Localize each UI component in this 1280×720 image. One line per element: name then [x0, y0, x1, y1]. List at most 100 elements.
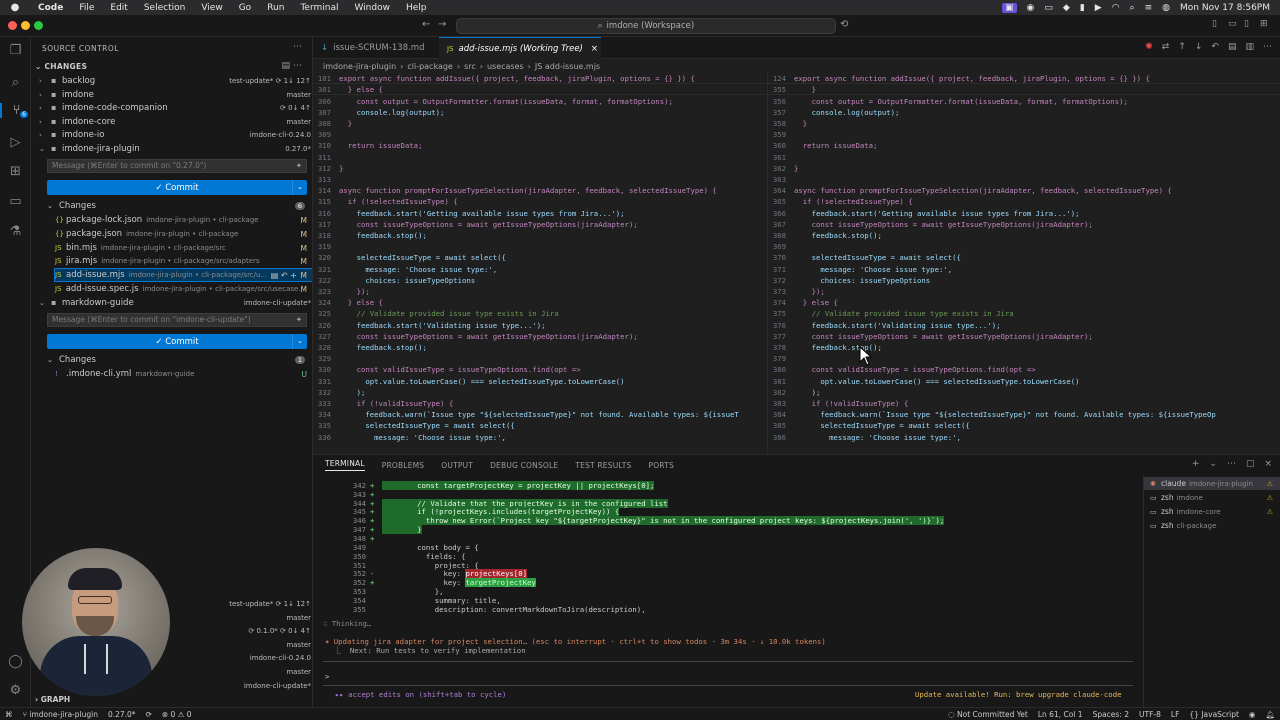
remote-explorer-icon[interactable]: ▭ [0, 194, 31, 209]
changes-section-title[interactable]: ⌄ CHANGES [35, 62, 87, 71]
minimize-window-icon[interactable] [21, 21, 30, 30]
code-line[interactable]: 315 if (!selectedIssueType) { [313, 196, 767, 207]
more-actions-icon[interactable]: ⋯ [293, 42, 302, 52]
language-mode[interactable]: {} JavaScript [1184, 710, 1244, 719]
commit-button[interactable]: ✓ Commit ⌄ [47, 180, 307, 195]
code-line[interactable]: 369 [768, 241, 1280, 252]
code-line[interactable]: 362} [768, 163, 1280, 174]
repo-row[interactable]: › ▪ imdone-io imdone-cli-0.24.0 [39, 128, 311, 141]
new-terminal-icon[interactable]: + [1192, 459, 1200, 469]
source-control-icon[interactable]: ⑂ 6 [0, 103, 31, 118]
code-line[interactable]: 307 console.log(output); [313, 107, 767, 118]
commit-message-input[interactable]: Message (⌘Enter to commit on "imdone-cli… [47, 313, 307, 327]
tab-issue-md[interactable]: ↓ issue-SCRUM-138.md [313, 37, 439, 59]
tab-debug-console[interactable]: DEBUG CONSOLE [490, 461, 558, 470]
copilot-icon[interactable]: ⟲ [840, 19, 848, 30]
code-line[interactable]: 316 feedback.start('Getting available is… [313, 207, 767, 218]
code-line[interactable]: 365 if (!selectedIssueType) { [768, 196, 1280, 207]
code-line[interactable]: 101 export async function addIssue({ proj… [313, 73, 767, 85]
tab-output[interactable]: OUTPUT [441, 461, 473, 470]
code-line[interactable]: 323 }); [313, 286, 767, 297]
search-icon[interactable]: ⌕ [1130, 3, 1135, 13]
chevron-down-icon[interactable]: ⌄ [292, 180, 307, 195]
code-line[interactable]: 306 const output = OutputFormatter.forma… [313, 95, 767, 106]
diff-modified-pane[interactable]: 124 export async function addIssue({ proj… [768, 73, 1280, 454]
repo-row-expanded[interactable]: ⌄ ▪ markdown-guide imdone-cli-update* [39, 296, 311, 309]
code-line[interactable]: 367 const issueTypeOptions = await getIs… [768, 219, 1280, 230]
code-line[interactable]: 309 [313, 129, 767, 140]
breadcrumb-item[interactable]: cli-package [407, 62, 453, 71]
tab-problems[interactable]: PROBLEMS [382, 461, 425, 470]
breadcrumb-item[interactable]: usecases [487, 62, 524, 71]
repo-row[interactable]: › ▪ imdone-code-companion ⟳ 0↓ 4↑ [39, 101, 311, 114]
code-line[interactable]: 314 async function promptForIssueTypeSele… [313, 185, 767, 196]
breadcrumb-item[interactable]: JS add-issue.mjs [535, 62, 600, 71]
play-icon[interactable]: ▶ [1095, 3, 1102, 13]
revert-icon[interactable]: ↶ [1211, 42, 1219, 52]
changes-group-header[interactable]: ⌄ Changes 1 [47, 354, 311, 366]
run-debug-icon[interactable]: ▷ [0, 135, 31, 150]
more-actions-icon[interactable]: ⋯ [1263, 42, 1272, 52]
manage-gear-icon[interactable]: ⚙ [0, 683, 31, 698]
menu-file[interactable]: File [71, 3, 102, 13]
toggle-secondary-sidebar-icon[interactable]: ▯ [1244, 19, 1249, 29]
close-window-icon[interactable] [8, 21, 17, 30]
code-line[interactable]: 332 ); [313, 387, 767, 398]
code-line[interactable]: 377 const issueTypeOptions = await getIs… [768, 331, 1280, 342]
debug-icon[interactable]: ✺ [1145, 42, 1153, 52]
code-line[interactable]: 366 feedback.start('Getting available is… [768, 207, 1280, 218]
changed-file[interactable]: JS jira.mjs imdone-jira-plugin • cli-pac… [55, 255, 312, 267]
code-line[interactable]: 330 const validIssueType = issueTypeOpti… [313, 364, 767, 375]
code-line[interactable]: 124 export async function addIssue({ proj… [768, 73, 1280, 85]
dropbox-icon[interactable]: ◆ [1063, 3, 1070, 13]
code-line[interactable]: 381 opt.value.toLowerCase() === selected… [768, 375, 1280, 386]
problems-status[interactable]: ⊗ 0 ⚠ 0 [157, 710, 197, 719]
accept-edits-line[interactable]: ▸▸ accept edits on (shift+tab to cycle) [335, 690, 506, 699]
changed-file[interactable]: JS add-issue.spec.js imdone-jira-plugin … [55, 283, 312, 295]
code-line[interactable]: 372 choices: issueTypeOptions [768, 275, 1280, 286]
code-line[interactable]: 363 [768, 174, 1280, 185]
menu-view[interactable]: View [193, 3, 230, 13]
section-more-icon[interactable]: ⋯ [293, 61, 302, 71]
code-line[interactable]: 384 feedback.warn(`Issue type "${selecte… [768, 409, 1280, 420]
code-line[interactable]: 313 [313, 174, 767, 185]
cursor-position[interactable]: Ln 61, Col 1 [1033, 710, 1088, 719]
code-line[interactable]: 371 message: 'Choose issue type:', [768, 263, 1280, 274]
siri-icon[interactable]: ◍ [1162, 3, 1170, 13]
code-line[interactable]: 310 return issueData; [313, 140, 767, 151]
code-line[interactable]: 374 } else { [768, 297, 1280, 308]
code-line[interactable]: 379 [768, 353, 1280, 364]
sparkle-icon[interactable]: ✦ [296, 161, 302, 170]
forward-arrow-icon[interactable]: → [438, 19, 446, 30]
version-status[interactable]: 0.27.0* [103, 710, 141, 719]
changes-group-header[interactable]: ⌄ Changes 6 [47, 200, 311, 212]
code-line[interactable]: 358 } [768, 118, 1280, 129]
terminal-item[interactable]: ▭ zsh cli-package [1144, 519, 1280, 532]
branch-status[interactable]: ⑂ imdone-jira-plugin [18, 710, 103, 719]
code-line[interactable]: 382 ); [768, 387, 1280, 398]
repo-row[interactable]: › ▪ imdone master [39, 88, 311, 101]
toggle-panel-icon[interactable]: ▭ [1228, 19, 1237, 29]
code-line[interactable]: 318 feedback.stop(); [313, 230, 767, 241]
open-file-icon[interactable]: ▤ [271, 271, 279, 280]
customize-layout-icon[interactable]: ⊞ [1260, 19, 1268, 29]
code-line[interactable]: 356 const output = OutputFormatter.forma… [768, 95, 1280, 106]
code-line[interactable]: 370 selectedIssueType = await select({ [768, 252, 1280, 263]
more-actions-icon[interactable]: ⋯ [1227, 459, 1236, 469]
open-file-icon[interactable]: ▤ [1228, 42, 1237, 52]
code-line[interactable]: 357 console.log(output); [768, 107, 1280, 118]
stage-changes-icon[interactable]: + [290, 271, 297, 280]
diff-original-pane[interactable]: 101 export async function addIssue({ proj… [313, 73, 768, 454]
code-line[interactable]: 312} [313, 163, 767, 174]
code-line[interactable]: 331 opt.value.toLowerCase() === selected… [313, 375, 767, 386]
toggle-sidebar-icon[interactable]: ▯ [1212, 19, 1217, 29]
code-line[interactable]: 376 feedback.start('Validating issue typ… [768, 319, 1280, 330]
screen-share-icon[interactable]: ▣ [1002, 2, 1017, 13]
indentation[interactable]: Spaces: 2 [1088, 710, 1134, 719]
menu-go[interactable]: Go [231, 3, 259, 13]
menu-edit[interactable]: Edit [102, 3, 135, 13]
breadcrumb-item[interactable]: src [464, 62, 476, 71]
code-line[interactable]: 328 feedback.stop(); [313, 342, 767, 353]
testing-icon[interactable]: ⚗ [0, 224, 31, 239]
chevron-down-icon[interactable]: ⌄ [1209, 459, 1217, 469]
